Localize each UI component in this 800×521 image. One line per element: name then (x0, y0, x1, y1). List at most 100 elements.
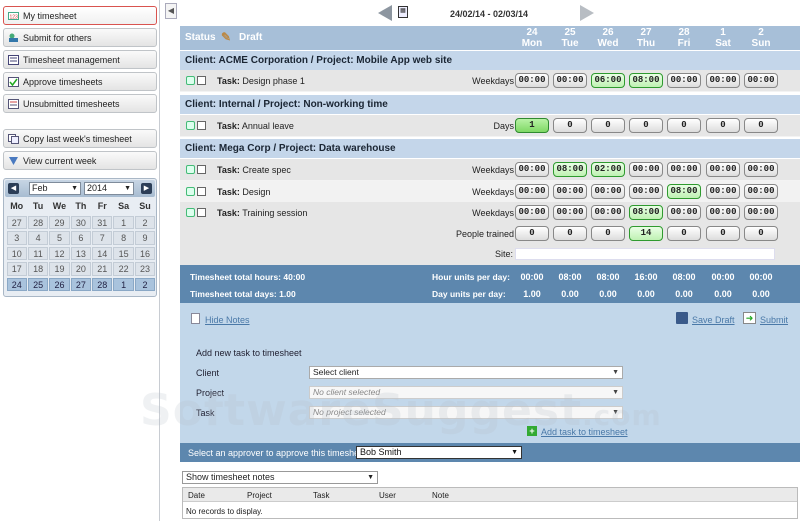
time-entry-cell[interactable]: 00:00 (515, 162, 549, 177)
time-entry-cell[interactable]: 02:00 (591, 162, 625, 177)
time-entry-cell[interactable]: 00:00 (744, 205, 778, 220)
time-entry-cell[interactable]: 00:00 (744, 162, 778, 177)
collapse-sidebar-button[interactable]: ◀ (165, 3, 177, 19)
time-entry-cell[interactable]: 14 (629, 226, 663, 241)
save-draft-link[interactable]: Save Draft (692, 315, 735, 325)
time-entry-cell[interactable]: 0 (706, 118, 740, 133)
calendar-day[interactable]: 24 (6, 277, 27, 291)
time-entry-cell[interactable]: 08:00 (629, 205, 663, 220)
nav-my-timesheet[interactable]: 123 My timesheet (3, 6, 157, 25)
calendar-day[interactable]: 6 (70, 231, 92, 245)
time-entry-cell[interactable]: 00:00 (515, 184, 549, 199)
time-entry-cell[interactable]: 0 (553, 118, 587, 133)
calendar-day[interactable]: 19 (49, 262, 70, 276)
nav-approve-timesheets[interactable]: Approve timesheets (3, 72, 157, 91)
refresh-icon[interactable] (186, 208, 195, 217)
calendar-day[interactable]: 1 (113, 215, 134, 229)
notes-filter-select[interactable]: Show timesheet notes ▼ (182, 471, 378, 484)
nav-timesheet-management[interactable]: Timesheet management (3, 50, 157, 69)
refresh-icon[interactable] (186, 165, 195, 174)
time-entry-cell[interactable]: 0 (667, 226, 701, 241)
calendar-day[interactable]: 5 (49, 231, 70, 245)
time-entry-cell[interactable]: 08:00 (553, 162, 587, 177)
calendar-day[interactable]: 15 (113, 246, 134, 260)
time-entry-cell[interactable]: 0 (706, 226, 740, 241)
time-entry-cell[interactable]: 1 (515, 118, 549, 133)
calendar-day[interactable]: 27 (6, 215, 27, 229)
nav-unsubmitted-timesheets[interactable]: Unsubmitted timesheets (3, 94, 157, 113)
time-entry-cell[interactable]: 00:00 (706, 73, 740, 88)
add-task-link[interactable]: Add task to timesheet (541, 427, 628, 437)
client-select[interactable]: Select client ▼ (309, 366, 623, 379)
calendar-day[interactable]: 13 (70, 246, 92, 260)
time-entry-cell[interactable]: 0 (744, 118, 778, 133)
time-entry-cell[interactable]: 0 (591, 226, 625, 241)
time-entry-cell[interactable]: 0 (667, 118, 701, 133)
calendar-day[interactable]: 23 (134, 262, 156, 276)
calendar-day[interactable]: 29 (49, 215, 70, 229)
time-entry-cell[interactable]: 06:00 (591, 73, 625, 88)
calendar-day[interactable]: 16 (134, 246, 156, 260)
calendar-day[interactable]: 12 (49, 246, 70, 260)
calendar-next-icon[interactable]: ▶ (141, 183, 152, 194)
time-entry-cell[interactable]: 00:00 (515, 73, 549, 88)
time-entry-cell[interactable]: 00:00 (553, 73, 587, 88)
calendar-day[interactable]: 11 (27, 246, 49, 260)
time-entry-cell[interactable]: 00:00 (515, 205, 549, 220)
time-entry-cell[interactable]: 00:00 (629, 162, 663, 177)
nav-submit-for-others[interactable]: Submit for others (3, 28, 157, 47)
time-entry-cell[interactable]: 0 (515, 226, 549, 241)
column-task[interactable]: Task (313, 491, 329, 500)
save-icon[interactable] (676, 312, 688, 324)
notes-icon[interactable] (197, 208, 206, 217)
refresh-icon[interactable] (186, 76, 195, 85)
submit-arrow-icon[interactable]: ➜ (743, 312, 756, 324)
calendar-day[interactable]: 8 (113, 231, 134, 245)
calendar-day[interactable]: 10 (6, 246, 27, 260)
time-entry-cell[interactable]: 00:00 (706, 184, 740, 199)
add-task-icon[interactable]: + (527, 426, 537, 436)
task-select[interactable]: No project selected ▼ (309, 406, 623, 419)
time-entry-cell[interactable]: 00:00 (553, 205, 587, 220)
time-entry-cell[interactable]: 00:00 (629, 184, 663, 199)
site-input[interactable] (515, 248, 775, 260)
calendar-month-select[interactable]: Feb ▼ (29, 182, 81, 195)
time-entry-cell[interactable]: 0 (591, 118, 625, 133)
time-entry-cell[interactable]: 00:00 (667, 73, 701, 88)
time-entry-cell[interactable]: 00:00 (667, 205, 701, 220)
project-select[interactable]: No client selected ▼ (309, 386, 623, 399)
calendar-day[interactable]: 28 (92, 277, 113, 291)
time-entry-cell[interactable]: 00:00 (706, 162, 740, 177)
refresh-icon[interactable] (186, 187, 195, 196)
refresh-icon[interactable] (186, 121, 195, 130)
hide-notes-link[interactable]: Hide Notes (205, 315, 250, 325)
calendar-day[interactable]: 26 (49, 277, 70, 291)
time-entry-cell[interactable]: 00:00 (706, 205, 740, 220)
calendar-day[interactable]: 9 (134, 231, 156, 245)
time-entry-cell[interactable]: 0 (744, 226, 778, 241)
calendar-day[interactable]: 20 (70, 262, 92, 276)
calendar-day[interactable]: 27 (70, 277, 92, 291)
time-entry-cell[interactable]: 00:00 (591, 184, 625, 199)
time-entry-cell[interactable]: 00:00 (591, 205, 625, 220)
view-current-week-button[interactable]: View current week (3, 151, 157, 170)
notes-icon[interactable] (197, 121, 206, 130)
time-entry-cell[interactable]: 00:00 (744, 184, 778, 199)
approver-select[interactable]: Bob Smith ▼ (356, 446, 522, 459)
calendar-day[interactable]: 17 (6, 262, 27, 276)
submit-link[interactable]: Submit (760, 315, 788, 325)
calendar-day[interactable]: 28 (27, 215, 49, 229)
calendar-icon[interactable]: ▦ (398, 6, 408, 18)
notes-icon[interactable] (197, 165, 206, 174)
column-date[interactable]: Date (188, 491, 205, 500)
next-week-icon[interactable] (580, 5, 594, 21)
calendar-day[interactable]: 31 (92, 215, 113, 229)
calendar-day[interactable]: 14 (92, 246, 113, 260)
calendar-day[interactable]: 7 (92, 231, 113, 245)
column-note[interactable]: Note (432, 491, 449, 500)
calendar-day[interactable]: 22 (113, 262, 134, 276)
time-entry-cell[interactable]: 00:00 (667, 162, 701, 177)
calendar-day[interactable]: 25 (27, 277, 49, 291)
calendar-day[interactable]: 21 (92, 262, 113, 276)
notes-icon[interactable] (197, 187, 206, 196)
